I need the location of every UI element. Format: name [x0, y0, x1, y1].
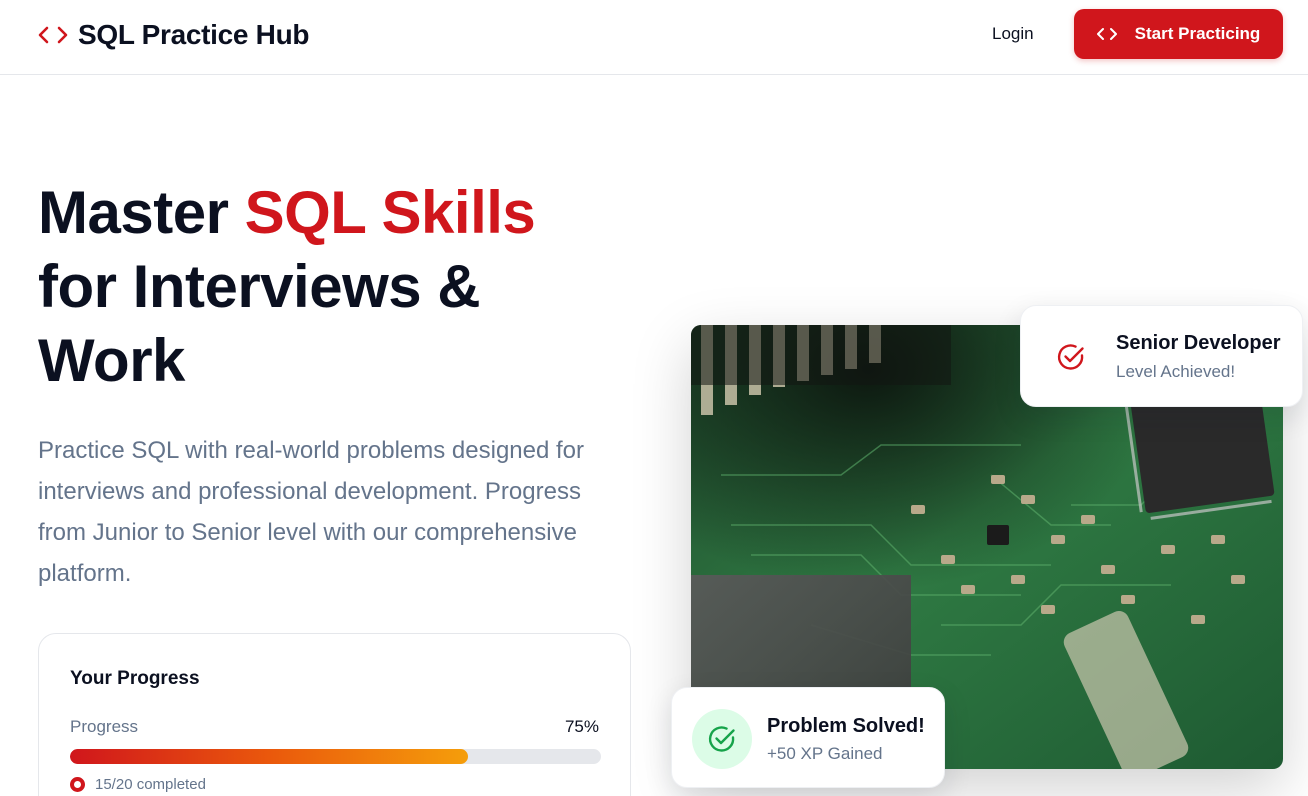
problem-solved-title: Problem Solved!	[767, 715, 925, 737]
progress-bar-fill	[70, 749, 469, 764]
progress-card-title: Your Progress	[70, 668, 200, 689]
check-circle-icon	[1055, 341, 1087, 373]
achievement-card: Senior Developer Level Achieved!	[1020, 305, 1303, 407]
problem-solved-subtitle: +50 XP Gained	[767, 744, 883, 763]
code-brackets-icon	[38, 24, 68, 46]
status-dot-icon	[70, 777, 85, 792]
check-circle-icon	[692, 709, 752, 769]
hero-title-part2: for Interviews & Work	[38, 253, 481, 394]
brand-title: SQL Practice Hub	[78, 19, 310, 50]
progress-percent: 75%	[564, 717, 599, 736]
progress-bar-track	[70, 749, 601, 764]
hero-subtitle: Practice SQL with real-world problems de…	[38, 437, 585, 587]
achievement-subtitle: Level Achieved!	[1116, 362, 1236, 381]
login-link[interactable]: Login	[992, 24, 1034, 44]
progress-card: Your Progress Progress 75% 15/20 complet…	[38, 633, 631, 796]
achievement-title: Senior Developer	[1116, 332, 1281, 354]
problem-solved-card: Problem Solved! +50 XP Gained	[671, 687, 945, 788]
progress-label: Progress	[70, 717, 139, 736]
hero-title-accent: SQL Skills	[244, 179, 536, 246]
code-brackets-icon	[1096, 27, 1117, 41]
start-practicing-button[interactable]: Start Practicing	[1074, 9, 1283, 59]
brand[interactable]: SQL Practice Hub	[38, 16, 310, 54]
top-nav: SQL Practice Hub Login Start Practicing	[0, 0, 1308, 75]
start-practicing-label: Start Practicing	[1134, 24, 1261, 43]
hero-title-part1: Master	[38, 179, 245, 246]
hero-title: Master SQL Skills for Interviews & Work	[38, 176, 638, 398]
completed-count: 15/20 completed	[95, 776, 206, 793]
